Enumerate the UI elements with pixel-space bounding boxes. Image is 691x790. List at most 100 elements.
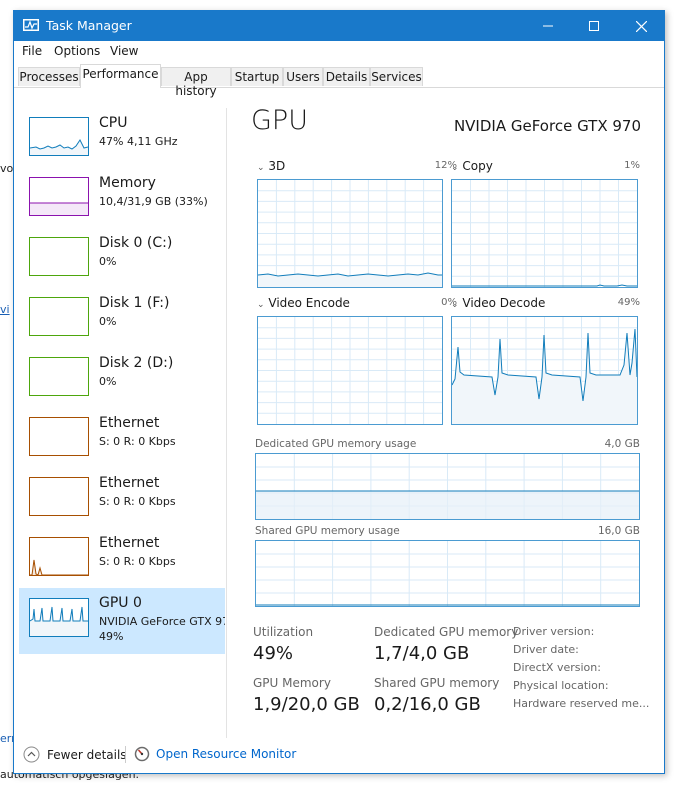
driver-version-label: Driver version:	[513, 625, 595, 638]
graph-3d-plot	[258, 180, 442, 287]
utilization-value: 49%	[253, 643, 294, 664]
shared-memory-plot	[256, 541, 639, 606]
graph-grid	[452, 180, 637, 287]
close-button[interactable]	[618, 11, 664, 41]
task-manager-window: Task Manager File Options View Processes…	[13, 10, 665, 774]
engine-name: Video Decode	[462, 296, 546, 310]
gpu-device-name: NVIDIA GeForce GTX 970	[453, 117, 641, 135]
dedicated-memory-label: Dedicated GPU memory	[374, 625, 519, 639]
menu-view[interactable]: View	[110, 44, 138, 58]
tab-services[interactable]: Services	[370, 67, 423, 86]
sidebar-item-title: GPU 0	[99, 595, 142, 611]
engine-graph-copy	[451, 179, 638, 288]
ethernet-thumbnail-graph	[29, 417, 89, 456]
sidebar-item-cpu[interactable]: CPU 47% 4,11 GHz	[19, 108, 225, 168]
menu-file[interactable]: File	[22, 44, 42, 58]
disk-thumbnail-graph	[29, 237, 89, 276]
sidebar-item-disk-0[interactable]: Disk 0 (C:) 0%	[19, 228, 225, 288]
performance-panel: CPU 47% 4,11 GHz Memory 10,4/31,9 GB (33…	[14, 88, 664, 738]
sidebar-item-percent: 49%	[99, 630, 124, 643]
physical-location-label: Physical location:	[513, 679, 609, 692]
engine-name: Video Encode	[268, 296, 350, 310]
shared-memory-max: 16,0 GB	[597, 525, 640, 537]
title-bar[interactable]: Task Manager	[14, 11, 664, 41]
graph-grid	[258, 317, 442, 424]
bottom-bar: Fewer details Open Resource Monitor	[14, 738, 664, 773]
page-title: GPU	[251, 105, 308, 136]
engine-selector-3d[interactable]: ⌄ 3D	[257, 159, 285, 173]
maximize-button[interactable]	[571, 11, 617, 41]
engine-percent: 1%	[624, 160, 640, 171]
graph-video-encode-plot	[258, 317, 442, 424]
engine-selector-video-encode[interactable]: ⌄ Video Encode	[257, 296, 350, 310]
open-resource-monitor-link[interactable]: Open Resource Monitor	[134, 746, 296, 762]
ethernet-sparkline	[30, 559, 88, 576]
dedicated-memory-graph-label: Dedicated GPU memory usage	[255, 438, 417, 450]
engine-selector-video-decode[interactable]: ⌄ Video Decode	[451, 296, 545, 310]
background-text-fragment: vi	[0, 303, 10, 316]
fewer-details-button[interactable]: Fewer details	[23, 746, 127, 763]
sidebar-item-gpu-0[interactable]: GPU 0 NVIDIA GeForce GTX 970 49%	[19, 588, 225, 654]
gpu-detail-pane: GPU NVIDIA GeForce GTX 970 ⌄ 3D 12% ⌄ Co…	[243, 88, 664, 738]
sidebar-item-subtitle: S: 0 R: 0 Kbps	[99, 495, 176, 508]
engine-percent: 0%	[441, 297, 457, 308]
chevron-down-icon: ⌄	[257, 163, 265, 173]
sidebar-item-subtitle: NVIDIA GeForce GTX 970	[99, 615, 225, 628]
minimize-icon	[543, 25, 553, 27]
tab-users[interactable]: Users	[283, 67, 323, 86]
tab-startup[interactable]: Startup	[231, 67, 283, 86]
chevron-down-icon: ⌄	[451, 300, 459, 310]
chevron-down-icon: ⌄	[451, 163, 459, 173]
fewer-details-label: Fewer details	[47, 747, 127, 762]
gpu-thumbnail-graph	[29, 598, 89, 637]
chevron-up-circle-icon	[23, 746, 40, 763]
cpu-sparkline	[29, 139, 89, 155]
utilization-label: Utilization	[253, 625, 314, 639]
tab-performance[interactable]: Performance	[80, 64, 161, 88]
engine-name: Copy	[462, 159, 493, 173]
sidebar-item-subtitle: 0%	[99, 255, 117, 268]
engine-percent: 49%	[617, 297, 640, 308]
sidebar-item-memory[interactable]: Memory 10,4/31,9 GB (33%)	[19, 168, 225, 228]
sidebar-item-subtitle: 10,4/31,9 GB (33%)	[99, 195, 208, 208]
sidebar-item-title: Ethernet	[99, 475, 160, 491]
shared-memory-value: 0,2/16,0 GB	[374, 694, 481, 715]
memory-thumbnail-graph	[29, 177, 89, 216]
tab-bar: Processes Performance App history Startu…	[14, 64, 664, 98]
shared-memory-label: Shared GPU memory	[374, 676, 500, 690]
sidebar-item-ethernet[interactable]: Ethernet S: 0 R: 0 Kbps	[19, 408, 225, 468]
sidebar-item-ethernet[interactable]: Ethernet S: 0 R: 0 Kbps	[19, 528, 225, 588]
menu-options[interactable]: Options	[54, 44, 100, 58]
tab-app-history[interactable]: App history	[161, 67, 231, 98]
gpu-sparkline	[29, 606, 88, 636]
engine-graph-3d	[257, 179, 443, 288]
sidebar-item-disk-2[interactable]: Disk 2 (D:) 0%	[19, 348, 225, 408]
bottom-divider	[125, 746, 126, 763]
chevron-down-icon: ⌄	[257, 300, 265, 310]
sidebar-item-subtitle: S: 0 R: 0 Kbps	[99, 435, 176, 448]
sidebar-item-title: Disk 2 (D:)	[99, 355, 174, 371]
tab-details[interactable]: Details	[323, 67, 370, 86]
driver-date-label: Driver date:	[513, 643, 579, 656]
engine-graph-video-decode	[451, 316, 638, 425]
shared-memory-graph	[255, 540, 640, 607]
ethernet-thumbnail-graph	[29, 477, 89, 516]
graph-copy-plot	[452, 180, 637, 287]
directx-version-label: DirectX version:	[513, 661, 601, 674]
graph-grid	[256, 541, 639, 606]
sidebar-item-title: Disk 1 (F:)	[99, 295, 170, 311]
task-manager-app-icon	[23, 19, 39, 31]
tab-processes[interactable]: Processes	[18, 67, 80, 86]
open-resource-monitor-label: Open Resource Monitor	[156, 747, 297, 761]
window-title: Task Manager	[46, 18, 132, 33]
minimize-button[interactable]	[525, 11, 571, 41]
sidebar-item-subtitle: 0%	[99, 315, 117, 328]
engine-selector-copy[interactable]: ⌄ Copy	[451, 159, 493, 173]
sidebar-item-ethernet[interactable]: Ethernet S: 0 R: 0 Kbps	[19, 468, 225, 528]
sidebar-item-title: Ethernet	[99, 535, 160, 551]
graph-grid	[258, 180, 442, 287]
hardware-reserved-label: Hardware reserved me...	[513, 697, 650, 710]
engine-name: 3D	[268, 159, 286, 173]
sidebar-item-disk-1[interactable]: Disk 1 (F:) 0%	[19, 288, 225, 348]
disk-thumbnail-graph	[29, 357, 89, 396]
